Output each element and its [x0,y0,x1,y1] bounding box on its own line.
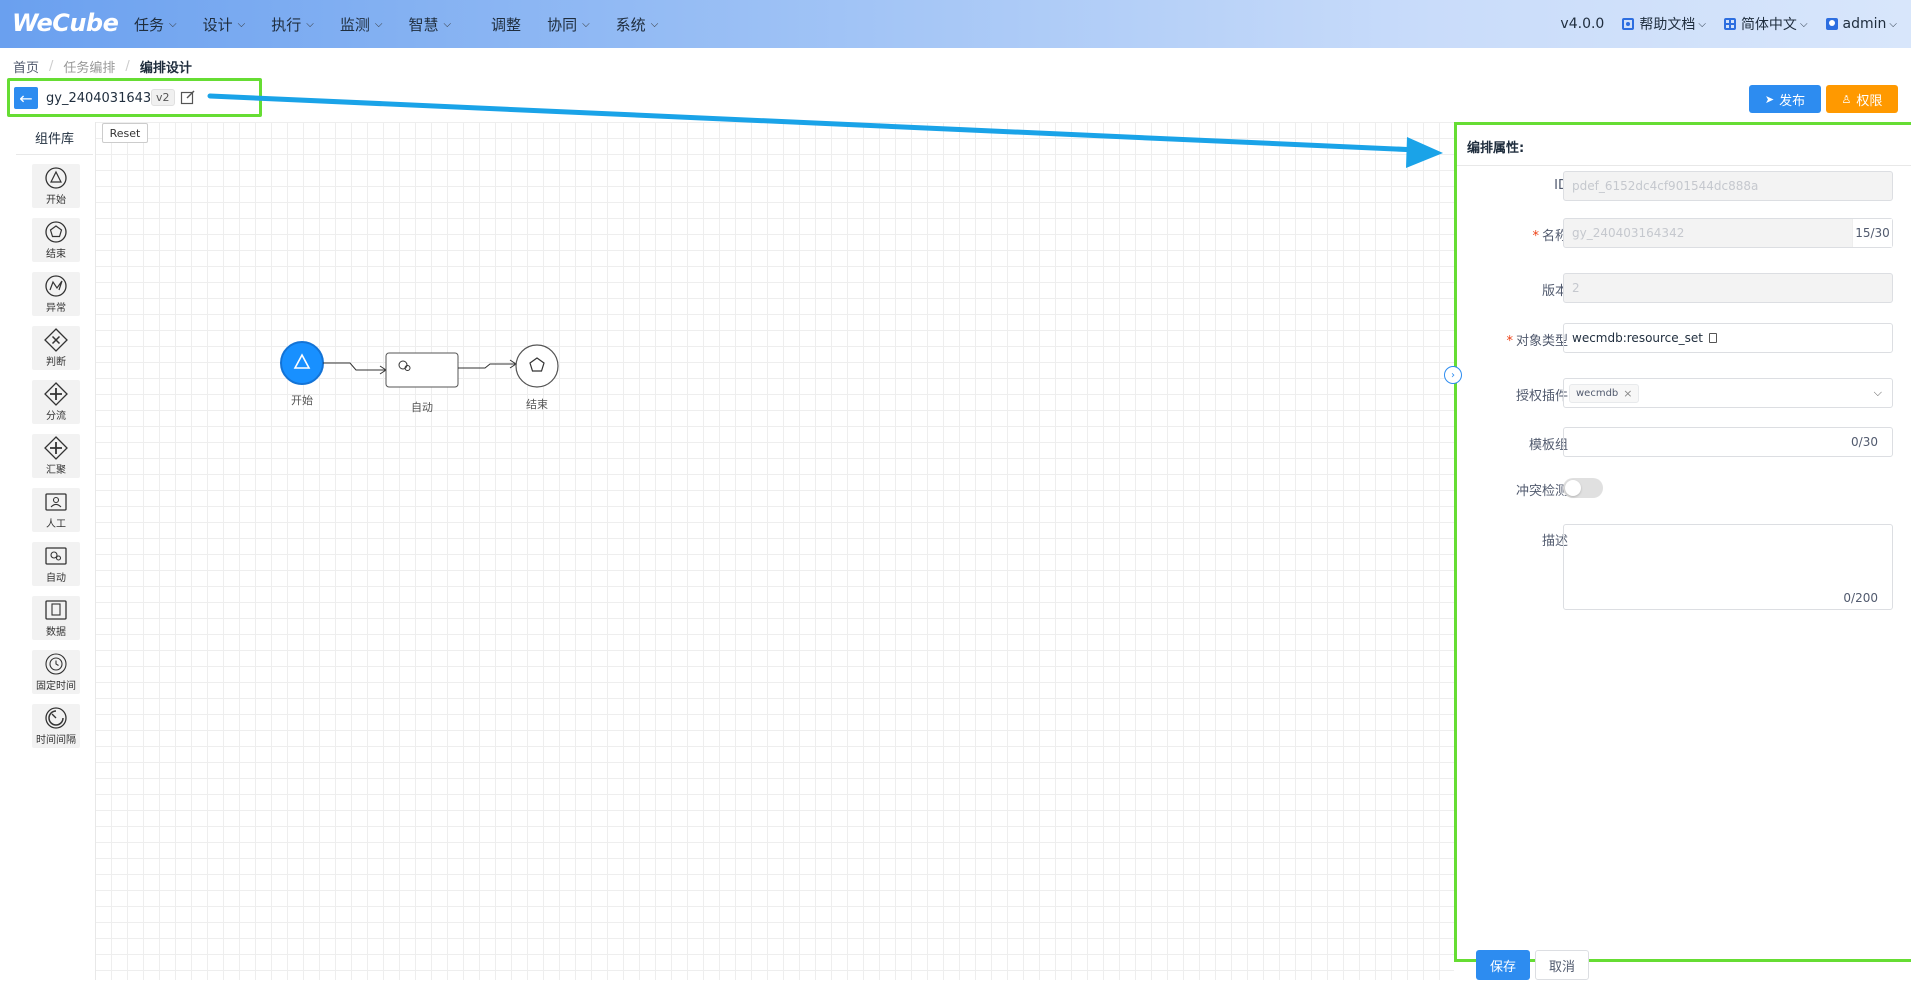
publish-button[interactable]: ➤ 发布 [1749,85,1821,113]
decision-gateway-icon [44,328,68,352]
user-outline-icon: ♙ [1841,92,1852,106]
chevron-down-icon: ⌵ [1799,18,1808,30]
properties-panel: 编排属性: ID pdef_6152dc4cf901544dc888a * 名称 … [1454,122,1911,962]
auth-plugin-tag: wecmdb × [1569,383,1640,403]
palette-item-auto[interactable]: 自动 [32,542,80,586]
auto-node-label: 自动 [411,401,433,414]
flow-name: gy_240403164342 [46,91,168,106]
name-char-count: 15/30 [1852,219,1892,247]
description-char-count: 0/200 [1843,591,1878,605]
save-button[interactable]: 保存 [1476,950,1530,980]
auto-task-icon [45,547,67,565]
chevron-down-icon: ⌵ [1873,386,1882,399]
version-tag: v2 [151,89,175,106]
breadcrumb-task-orchestration[interactable]: 任务编排 [63,57,115,76]
end-node-label: 结束 [526,398,548,411]
palette-item-error[interactable]: 异常 [32,272,80,316]
send-icon: ➤ [1764,92,1775,106]
name-input[interactable]: gy_240403164342 15/30 [1563,218,1893,248]
chevron-down-icon: ⌵ [582,18,590,30]
auth-plugin-select[interactable]: wecmdb × ⌵ [1563,378,1893,408]
nav-right: v4.0.0 帮助文档 ⌵ 简体中文 ⌵ admin ⌵ [1542,0,1897,48]
edit-icon[interactable] [180,89,196,105]
fixed-time-icon [45,653,67,675]
breadcrumb-current: 编排设计 [139,61,192,76]
menu-item-execute[interactable]: 执行 ⌵ [271,14,314,35]
end-event-icon [45,221,67,243]
template-group-input[interactable]: 0/30 [1563,427,1893,457]
object-type-input[interactable]: wecmdb:resource_set [1563,323,1893,353]
language-icon [1723,18,1736,30]
version-label: v4.0.0 [1560,16,1605,32]
arrow-left-icon: ← [19,88,33,108]
app-logo[interactable]: WeCube [12,9,119,37]
menu-item-wisdom[interactable]: 智慧 ⌵ [408,14,451,35]
palette-item-fixed-time[interactable]: 固定时间 [32,650,80,694]
main-menu: 任务 ⌵ 设计 ⌵ 执行 ⌵ 监测 ⌵ 智慧 ⌵ 调整 协同 ⌵ 系统 ⌵ [134,0,684,48]
palette-title: 组件库 [16,122,93,155]
menu-item-task[interactable]: 任务 ⌵ [134,14,177,35]
menu-item-collaborate[interactable]: 协同 ⌵ [547,14,590,35]
help-docs-menu[interactable]: 帮助文档 ⌵ [1622,14,1706,34]
chevron-down-icon: ⌵ [374,18,383,30]
user-menu[interactable]: admin ⌵ [1825,16,1897,32]
copy-icon[interactable] [1709,333,1718,343]
chevron-down-icon: ⌵ [1889,18,1897,30]
component-palette: 组件库 开始 结束 异常 判断 分流 汇聚 人工 自动 数据 固定时间 时间间隔 [14,122,96,980]
chevron-down-icon: ⌵ [1698,18,1706,30]
panel-title: 编排属性: [1467,141,1525,156]
description-textarea[interactable]: 0/200 [1563,524,1893,610]
data-task-icon [45,600,67,620]
chevron-right-icon: › [1451,369,1455,381]
error-event-icon [45,275,67,297]
version-input: 2 [1563,273,1893,303]
merge-gateway-icon [44,436,68,460]
auth-plugin-label: 授权插件 [1515,389,1568,404]
permission-button[interactable]: ♙ 权限 [1826,85,1898,113]
breadcrumb-home[interactable]: 首页 [13,57,39,76]
top-navbar: WeCube 任务 ⌵ 设计 ⌵ 执行 ⌵ 监测 ⌵ 智慧 ⌵ 调整 协同 ⌵ 系统 ⌵ v4… [0,0,1911,48]
reset-button[interactable]: Reset [102,123,148,143]
cancel-button[interactable]: 取消 [1535,950,1589,980]
template-group-char-count: 0/30 [1851,435,1878,449]
language-menu[interactable]: 简体中文 ⌵ [1723,14,1808,34]
menu-item-adjust[interactable]: 调整 [491,14,521,35]
object-type-label: * 对象类型 [1506,334,1568,349]
human-task-icon [45,493,67,511]
palette-item-human[interactable]: 人工 [32,488,80,532]
palette-item-fork[interactable]: 分流 [32,380,80,424]
menu-item-monitor[interactable]: 监测 ⌵ [340,14,383,35]
palette-item-time-interval[interactable]: 时间间隔 [32,704,80,748]
chevron-down-icon: ⌵ [443,18,452,30]
close-icon[interactable]: × [1623,387,1632,400]
palette-item-merge[interactable]: 汇聚 [32,434,80,478]
palette-item-start[interactable]: 开始 [32,164,80,208]
start-node-label: 开始 [291,394,313,407]
back-button[interactable]: ← [14,87,38,109]
chevron-down-icon: ⌵ [650,18,659,30]
user-icon [1825,18,1838,30]
palette-item-end[interactable]: 结束 [32,218,80,262]
palette-item-data[interactable]: 数据 [32,596,80,640]
design-canvas[interactable] [14,122,1454,980]
time-interval-icon [45,707,67,729]
palette-item-decision[interactable]: 判断 [32,326,80,370]
conflict-check-switch[interactable] [1563,478,1603,498]
id-input: pdef_6152dc4cf901544dc888a [1563,171,1893,201]
panel-collapse-toggle[interactable]: › [1444,366,1462,384]
chevron-down-icon: ⌵ [306,18,314,30]
chevron-down-icon: ⌵ [237,18,246,30]
conflict-check-label: 冲突检测 [1515,484,1568,499]
chevron-down-icon: ⌵ [169,18,177,30]
menu-item-system[interactable]: 系统 ⌵ [616,14,659,35]
menu-item-design[interactable]: 设计 ⌵ [203,14,246,35]
fork-gateway-icon [44,382,68,406]
help-icon [1622,18,1635,30]
breadcrumb: 首页 / 任务编排 / 编排设计 [13,57,192,76]
start-event-icon [45,167,67,189]
